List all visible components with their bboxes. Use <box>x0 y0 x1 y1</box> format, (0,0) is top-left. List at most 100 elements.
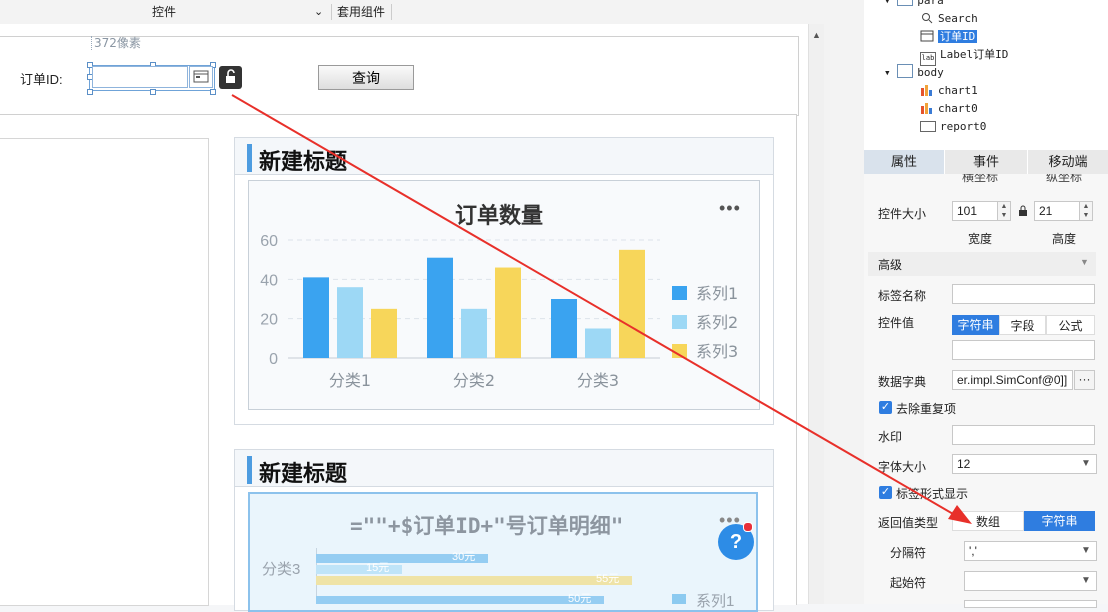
tree-node-chart0[interactable]: chart0 <box>920 100 978 118</box>
height-input[interactable]: 21 <box>1034 201 1080 221</box>
textfield-icon <box>920 30 934 42</box>
separator-label: 分隔符 <box>890 546 927 560</box>
notification-dot <box>743 522 753 532</box>
widget-title: 新建标题 <box>259 150 348 175</box>
width-stepper[interactable]: ▲ ▼ <box>997 201 1011 221</box>
watermark-label: 水印 <box>878 430 903 444</box>
bar-chart-svg: 0 20 40 60 分类1 分类2 分类3 系列1 系列2 系列3 <box>260 233 738 390</box>
hbar-series1 <box>316 596 604 604</box>
resize-handle[interactable] <box>210 89 216 95</box>
bar <box>303 277 329 358</box>
legend-label: 系列1 <box>696 593 735 610</box>
control-value-input[interactable] <box>952 340 1095 360</box>
watermark-input[interactable] <box>952 425 1095 445</box>
tab-properties[interactable]: 属性 <box>864 150 945 174</box>
label-name-input[interactable] <box>952 284 1095 304</box>
cv-string-option[interactable]: 字符串 <box>952 315 999 335</box>
chart0-title: =""+$订单ID+"号订单明细" <box>350 514 624 538</box>
title-accent <box>247 456 252 484</box>
bar <box>619 249 645 358</box>
dedupe-checkbox[interactable]: ✓ <box>879 401 892 414</box>
font-size-value: 12 <box>957 457 971 471</box>
scroll-up-icon[interactable]: ▲ <box>812 30 821 40</box>
chevron-down-icon: ▼ <box>1081 575 1091 586</box>
more-icon[interactable]: ··· <box>1074 370 1095 390</box>
resize-handle[interactable] <box>87 89 93 95</box>
chevron-down-icon: ▼ <box>1081 545 1091 556</box>
label-name-label: 标签名称 <box>878 289 927 303</box>
component-tree[interactable]: ▾ para Search 订单ID lab Label订单ID ▾ body c… <box>864 0 1108 150</box>
advanced-label: 高级 <box>878 258 903 272</box>
divider <box>391 4 392 20</box>
tree-node-para[interactable]: ▾ para <box>884 0 944 10</box>
report-placeholder[interactable] <box>0 138 209 606</box>
next-field[interactable] <box>964 600 1097 608</box>
legend-swatch <box>672 344 687 358</box>
bar <box>337 287 363 358</box>
y-tick-label: 0 <box>269 351 278 368</box>
component-header: 控件 ⌄ 套用组件 <box>0 0 824 25</box>
start-char-select[interactable]: ▼ <box>964 571 1097 591</box>
widget-title-bar[interactable]: 新建标题 <box>234 449 774 487</box>
legend-swatch <box>672 286 687 300</box>
tag-display-checkbox[interactable]: ✓ <box>879 486 892 499</box>
tab-mobile[interactable]: 移动端 <box>1028 150 1108 174</box>
query-button[interactable]: 查询 <box>318 65 414 90</box>
more-options-icon[interactable]: ••• <box>719 198 741 219</box>
tree-node-chart1[interactable]: chart1 <box>920 82 978 100</box>
tag-display-label: 标签形式显示 <box>896 487 969 501</box>
search-icon <box>920 12 934 24</box>
canvas-scrollbar[interactable]: ▲ <box>808 24 825 604</box>
chevron-down-icon[interactable]: ▼ <box>1080 257 1089 267</box>
advanced-section[interactable]: 高级 ▼ <box>868 252 1096 276</box>
cv-formula-option[interactable]: 公式 <box>1046 315 1095 335</box>
width-input[interactable]: 101 <box>952 201 998 221</box>
cv-field-option[interactable]: 字段 <box>999 315 1046 335</box>
bar <box>371 308 397 358</box>
dedupe-label: 去除重复项 <box>896 402 957 416</box>
legend-label: 系列3 <box>696 342 738 361</box>
size-hint: 372像素 <box>94 36 141 50</box>
y-tick-label: 60 <box>260 233 278 250</box>
bar <box>427 257 453 358</box>
lock-icon[interactable] <box>219 66 242 89</box>
field-picker-icon[interactable] <box>189 66 213 88</box>
legend-swatch <box>672 315 687 329</box>
chevron-down-icon: ▼ <box>1081 458 1091 469</box>
height-label: 高度 <box>1052 232 1077 246</box>
tree-node-body[interactable]: ▾ body <box>884 64 944 82</box>
widget-title: 新建标题 <box>259 462 348 487</box>
font-size-select[interactable]: 12 ▼ <box>952 454 1097 474</box>
y-coord-label: 纵坐标 <box>1046 174 1083 184</box>
tab-events[interactable]: 事件 <box>945 150 1028 174</box>
lock-ratio-icon[interactable] <box>1018 205 1028 220</box>
tree-node-report0[interactable]: report0 <box>920 118 986 136</box>
chevron-down-icon[interactable]: ⌄ <box>314 0 323 24</box>
template-components-tab[interactable]: 套用组件 <box>337 0 385 24</box>
size-label: 控件大小 <box>878 207 927 221</box>
data-label: 15元 <box>366 562 390 574</box>
start-char-label: 起始符 <box>890 576 927 590</box>
height-stepper[interactable]: ▲ ▼ <box>1079 201 1093 221</box>
data-dict-input[interactable]: er.impl.SimConf@0]] <box>952 370 1073 390</box>
category-label: 分类3 <box>262 561 301 578</box>
widget-title-bar[interactable]: 新建标题 <box>234 137 774 175</box>
legend-label: 系列1 <box>696 284 738 303</box>
separator-select[interactable]: ',' ▼ <box>964 541 1097 561</box>
return-string-option[interactable]: 字符串 <box>1024 511 1095 531</box>
font-size-label: 字体大小 <box>878 460 927 474</box>
tree-node-search[interactable]: Search <box>920 10 978 28</box>
tree-node-label[interactable]: lab Label订单ID <box>920 46 1008 66</box>
data-label: 55元 <box>596 573 620 585</box>
y-tick-label: 20 <box>260 312 278 329</box>
report-icon <box>920 121 936 132</box>
order-id-field[interactable] <box>92 66 188 88</box>
tree-node-order-id[interactable]: 订单ID <box>920 28 978 46</box>
width-label: 宽度 <box>968 232 993 246</box>
resize-handle[interactable] <box>150 89 156 95</box>
bar <box>461 308 487 358</box>
bar <box>551 299 577 358</box>
x-coord-label: 横坐标 <box>962 174 999 184</box>
size-guide <box>91 36 93 50</box>
return-array-option[interactable]: 数组 <box>952 511 1024 531</box>
